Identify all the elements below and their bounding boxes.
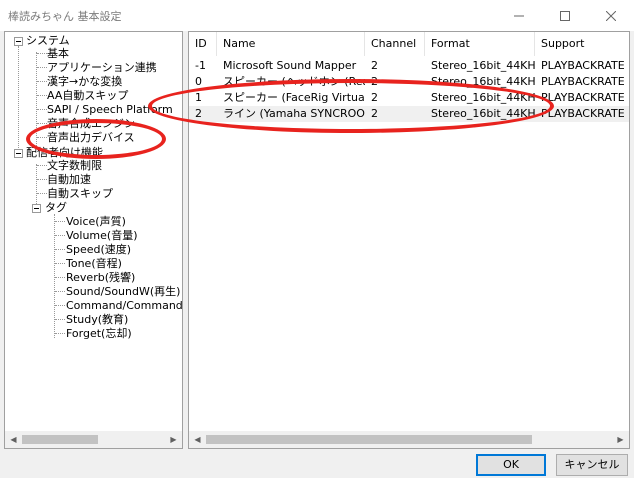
tree-connector [37, 95, 47, 96]
tree-connector [55, 263, 65, 264]
cell-format: Stereo_16bit_44KHz [431, 59, 535, 72]
tree-item-sound[interactable]: Sound/SoundW(再生) [66, 285, 180, 299]
tree-item-auto-accel[interactable]: 自動加速 [47, 173, 91, 187]
tree-connector [55, 235, 65, 236]
table-row[interactable]: -1 Microsoft Sound Mapper 2 Stereo_16bit… [189, 58, 629, 74]
tree-connector [36, 164, 37, 208]
collapse-tag-icon[interactable] [32, 204, 41, 213]
cell-id: -1 [195, 59, 206, 72]
tree-item-basic[interactable]: 基本 [47, 47, 69, 61]
tree-item-aa-skip[interactable]: AA自動スキップ [47, 89, 128, 103]
scroll-left-arrow-icon[interactable]: ◀ [189, 431, 206, 448]
tree-item-command[interactable]: Command/CommandW [66, 299, 182, 313]
tree-connector [55, 221, 65, 222]
tree-item-app-integration[interactable]: アプリケーション連携 [47, 61, 157, 75]
tree-item-streamer[interactable]: 配信者向け機能 [26, 146, 103, 160]
cell-channel: 2 [371, 107, 378, 120]
cell-channel: 2 [371, 91, 378, 104]
tree-connector [55, 305, 65, 306]
tree-connector [55, 319, 65, 320]
tree-horizontal-scrollbar[interactable]: ◀ ▶ [5, 431, 182, 448]
cell-support: PLAYBACKRATE [541, 75, 625, 88]
minimize-button[interactable] [496, 0, 542, 31]
column-header-channel[interactable]: Channel [365, 32, 425, 56]
tree-connector [55, 249, 65, 250]
scrollbar-thumb[interactable] [206, 435, 532, 444]
tree-item-output-device[interactable]: 音声出力デバイス [47, 131, 135, 145]
tree-item-study[interactable]: Study(教育) [66, 313, 128, 327]
cell-name: Microsoft Sound Mapper [223, 59, 357, 72]
table-row[interactable]: 0 スピーカー (ヘッドホン (Real... 2 Stereo_16bit_4… [189, 74, 629, 90]
scrollbar-thumb[interactable] [22, 435, 98, 444]
settings-tree[interactable]: システム 基本 アプリケーション連携 漢字→かな変換 AA自動スキップ SAPI… [4, 31, 183, 449]
tree-item-char-limit[interactable]: 文字数制限 [47, 159, 102, 173]
collapse-streamer-icon[interactable] [14, 149, 23, 158]
maximize-icon [560, 10, 570, 21]
cell-format: Stereo_16bit_44KHz [431, 75, 535, 88]
column-header-support[interactable]: Support [535, 32, 629, 56]
scroll-right-arrow-icon[interactable]: ▶ [165, 431, 182, 448]
cell-id: 2 [195, 107, 202, 120]
cell-id: 1 [195, 91, 202, 104]
tree-connector [55, 333, 65, 334]
maximize-button[interactable] [542, 0, 588, 31]
tree-item-volume[interactable]: Volume(音量) [66, 229, 138, 243]
minimize-icon [514, 15, 524, 16]
tree-item-reverb[interactable]: Reverb(残響) [66, 271, 135, 285]
cell-channel: 2 [371, 59, 378, 72]
cell-format: Stereo_16bit_44KHz [431, 107, 535, 120]
cell-format: Stereo_16bit_44KHz [431, 91, 535, 104]
cell-support: PLAYBACKRATE [541, 107, 625, 120]
tree-item-synth-engine[interactable]: 音声合成エンジン [47, 117, 135, 131]
tree-connector [18, 46, 19, 156]
cell-support: PLAYBACKRATE [541, 59, 625, 72]
column-header-name[interactable]: Name [217, 32, 365, 56]
table-row[interactable]: 2 ライン (Yamaha SYNCROO... 2 Stereo_16bit_… [189, 106, 629, 122]
output-device-list[interactable]: ID Name Channel Format Support -1 Micros… [188, 31, 630, 449]
tree-connector [55, 277, 65, 278]
cell-name: スピーカー (FaceRig Virtua... [223, 91, 365, 104]
tree-connector [55, 291, 65, 292]
scroll-left-arrow-icon[interactable]: ◀ [5, 431, 22, 448]
cell-id: 0 [195, 75, 202, 88]
cell-name: ライン (Yamaha SYNCROO... [223, 107, 365, 120]
tree-item-voice[interactable]: Voice(声質) [66, 215, 126, 229]
cancel-button[interactable]: キャンセル [556, 454, 628, 476]
cell-support: PLAYBACKRATE [541, 91, 625, 104]
tree-connector [37, 137, 47, 138]
scroll-right-arrow-icon[interactable]: ▶ [612, 431, 629, 448]
collapse-system-icon[interactable] [14, 37, 23, 46]
title-bar: 棒読みちゃん 基本設定 [0, 0, 634, 31]
cell-channel: 2 [371, 75, 378, 88]
tree-connector [37, 193, 47, 194]
tree-item-speed[interactable]: Speed(速度) [66, 243, 131, 257]
tree-item-forget[interactable]: Forget(忘却) [66, 327, 132, 341]
tree-connector [37, 123, 47, 124]
window-title: 棒読みちゃん 基本設定 [8, 10, 122, 23]
cell-name: スピーカー (ヘッドホン (Real... [223, 75, 365, 88]
close-button[interactable] [588, 0, 634, 31]
tree-item-sapi[interactable]: SAPI / Speech Platform [47, 103, 173, 117]
tree-item-tag[interactable]: タグ [45, 201, 67, 215]
tree-connector [37, 179, 47, 180]
column-header-format[interactable]: Format [425, 32, 535, 56]
tree-connector [37, 109, 47, 110]
tree-connector [37, 53, 47, 54]
tree-item-tone[interactable]: Tone(音程) [66, 257, 122, 271]
tree-item-system[interactable]: システム [26, 34, 70, 48]
tree-connector [37, 67, 47, 68]
close-icon [606, 10, 616, 21]
tree-connector [37, 165, 47, 166]
list-header: ID Name Channel Format Support [189, 32, 629, 56]
tree-connector [37, 81, 47, 82]
list-horizontal-scrollbar[interactable]: ◀ ▶ [189, 431, 629, 448]
column-header-id[interactable]: ID [189, 32, 217, 56]
tree-item-auto-skip[interactable]: 自動スキップ [47, 187, 113, 201]
table-row[interactable]: 1 スピーカー (FaceRig Virtua... 2 Stereo_16bi… [189, 90, 629, 106]
tree-item-kanji-kana[interactable]: 漢字→かな変換 [47, 75, 122, 89]
ok-button[interactable]: OK [476, 454, 546, 476]
